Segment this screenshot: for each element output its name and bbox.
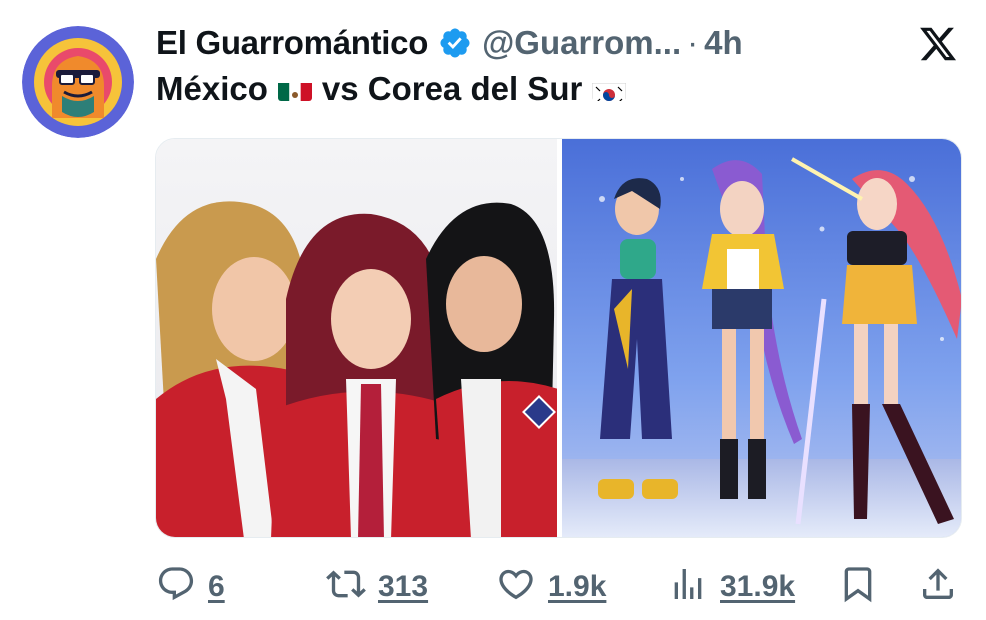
retweet-button[interactable]: 313 [326,564,428,609]
retweet-count[interactable]: 313 [378,570,428,604]
media-left-image[interactable] [156,139,557,537]
heart-icon [496,564,536,609]
like-count[interactable]: 1.9k [548,570,606,604]
tweet-text: México vs Corea del Sur [156,70,636,108]
tweet-text-part2: vs Corea del Sur [321,70,583,107]
timestamp[interactable]: 4h [704,24,743,62]
verified-badge-icon [438,26,472,60]
tweet-media[interactable] [155,138,962,538]
mexico-flag-icon [277,77,312,101]
share-icon [918,564,958,609]
x-logo-icon [918,24,958,64]
reply-icon [156,564,196,609]
reply-button[interactable]: 6 [156,564,225,609]
tweet-header: El Guarromántico @Guarrom... · 4h [156,20,743,66]
views-count[interactable]: 31.9k [720,570,795,604]
south-korea-flag-icon [592,77,627,101]
tweet-text-part1: México [156,70,268,107]
reply-count[interactable]: 6 [208,570,225,604]
action-bar: 6 313 1.9k 31.9k [156,556,962,612]
like-button[interactable]: 1.9k [496,564,606,609]
bookmark-icon [838,564,878,609]
bar-chart-icon [668,564,708,609]
display-name[interactable]: El Guarromántico [156,24,428,62]
bookmark-button[interactable] [838,564,878,609]
avatar[interactable] [22,26,134,138]
share-button[interactable] [918,564,958,609]
views-button[interactable]: 31.9k [668,564,795,609]
separator-dot: · [687,24,699,61]
user-handle[interactable]: @Guarrom... [482,24,681,62]
retweet-icon [326,564,366,609]
tweet-card[interactable]: El Guarromántico @Guarrom... · 4h México [0,0,986,620]
media-right-image[interactable] [561,139,961,537]
